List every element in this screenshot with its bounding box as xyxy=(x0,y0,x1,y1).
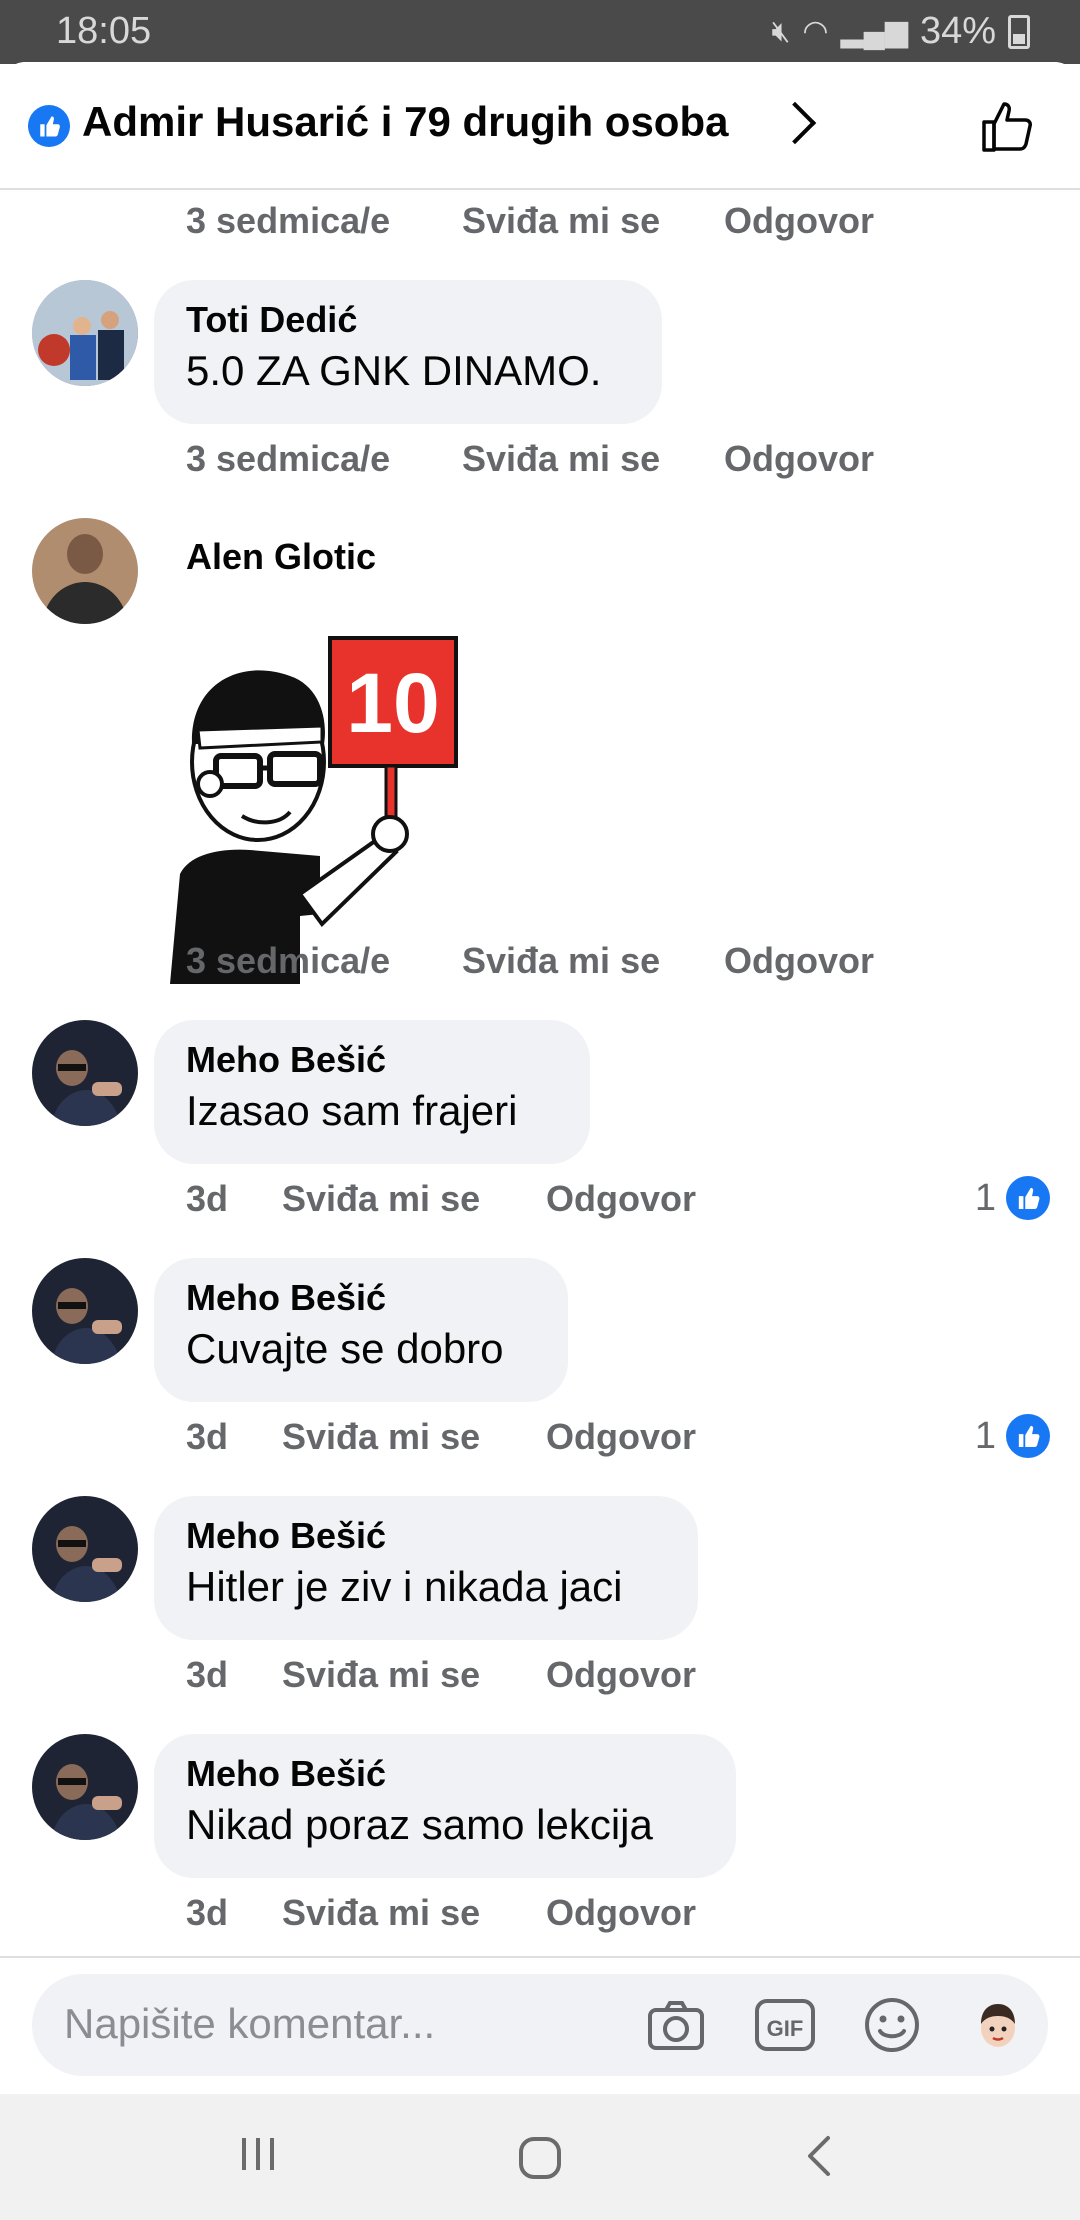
status-time: 18:05 xyxy=(56,10,152,52)
back-icon[interactable] xyxy=(800,2134,840,2178)
like-button[interactable]: Sviđa mi se xyxy=(282,1178,480,1220)
reaction-count[interactable]: 1 xyxy=(975,1176,1050,1220)
avatar[interactable] xyxy=(32,1734,138,1840)
avatar[interactable] xyxy=(32,1258,138,1364)
gif-icon[interactable]: GIF xyxy=(754,1996,816,2054)
like-badge-icon xyxy=(1006,1176,1050,1220)
thumbs-up-icon[interactable] xyxy=(978,96,1038,156)
camera-icon[interactable] xyxy=(646,1996,706,2054)
sticker-image[interactable]: 10 xyxy=(150,624,470,984)
avatar[interactable] xyxy=(32,280,138,386)
avatar-photo xyxy=(32,518,138,624)
reaction-number: 1 xyxy=(974,1414,996,1457)
comment-placeholder: Napišite komentar... xyxy=(64,2000,436,2047)
avatar-photo xyxy=(32,280,138,386)
comment-time: 3d xyxy=(186,1416,229,1457)
reply-button[interactable]: Odgovor xyxy=(546,1178,696,1220)
comment-time: 3 sedmica/e xyxy=(186,940,391,981)
like-button[interactable]: Sviđa mi se xyxy=(282,1654,480,1696)
avatar-photo xyxy=(32,1020,138,1126)
reaction-count[interactable]: 1 xyxy=(975,1414,1050,1458)
reply-button[interactable]: Odgovor xyxy=(546,1416,696,1458)
reply-button[interactable]: Odgovor xyxy=(724,200,874,242)
comment-time: 3 sedmica/e xyxy=(186,438,391,479)
like-button[interactable]: Sviđa mi se xyxy=(282,1416,480,1458)
status-bar: 18:05 🔇︎ ◠ ▂▄▆ 34% xyxy=(0,0,1080,64)
avatar[interactable] xyxy=(32,1020,138,1126)
sticker-sign-text: 10 xyxy=(346,656,439,750)
comment-author[interactable]: Meho Bešić xyxy=(186,1276,536,1320)
comment-input[interactable]: Napišite komentar... GIF xyxy=(32,1974,1048,2076)
reply-button[interactable]: Odgovor xyxy=(724,940,874,982)
comment-author[interactable]: Meho Bešić xyxy=(186,1038,558,1082)
comment-text: Izasao sam frajeri xyxy=(186,1087,518,1134)
reply-button[interactable]: Odgovor xyxy=(546,1892,696,1934)
reactions-header[interactable]: Admir Husarić i 79 drugih osoba xyxy=(0,62,1080,190)
comment-bubble[interactable]: Toti Dedić 5.0 ZA GNK DINAMO. xyxy=(154,280,662,424)
reaction-number: 1 xyxy=(974,1176,996,1219)
comment-bubble[interactable]: Meho Bešić Nikad poraz samo lekcija xyxy=(154,1734,736,1878)
like-button[interactable]: Sviđa mi se xyxy=(462,940,660,982)
avatar-photo xyxy=(32,1258,138,1364)
reactions-title[interactable]: Admir Husarić i 79 drugih osoba xyxy=(82,98,728,146)
comment-author[interactable]: Meho Bešić xyxy=(186,1514,666,1558)
comment-text: Nikad poraz samo lekcija xyxy=(186,1801,653,1848)
like-badge-icon xyxy=(28,105,70,147)
wifi-icon: ◠ xyxy=(802,15,829,48)
like-button[interactable]: Sviđa mi se xyxy=(282,1892,480,1934)
comment-author[interactable]: Meho Bešić xyxy=(186,1752,704,1796)
comment-meta: 3 sedmica/e xyxy=(186,200,390,242)
comment-text: Hitler je ziv i nikada jaci xyxy=(186,1563,623,1610)
comment-author[interactable]: Alen Glotic xyxy=(186,536,376,578)
mute-icon: 🔇︎ xyxy=(771,14,791,48)
comment-time: 3 sedmica/e xyxy=(186,200,391,241)
comments-sheet: Admir Husarić i 79 drugih osoba 3 sedmic… xyxy=(0,62,1080,2092)
emoji-icon[interactable] xyxy=(862,1996,922,2054)
reply-button[interactable]: Odgovor xyxy=(546,1654,696,1696)
comment-time: 3d xyxy=(186,1654,229,1695)
avatar[interactable] xyxy=(32,518,138,624)
like-button[interactable]: Sviđa mi se xyxy=(462,200,660,242)
system-nav-bar xyxy=(0,2094,1080,2220)
avatar[interactable] xyxy=(32,1496,138,1602)
gif-label: GIF xyxy=(767,2016,804,2041)
signal-icon: ▂▄▆ xyxy=(840,15,908,48)
like-button[interactable]: Sviđa mi se xyxy=(462,438,660,480)
chevron-right-icon[interactable] xyxy=(773,101,817,145)
home-icon[interactable] xyxy=(516,2134,564,2182)
avatar-sticker-icon[interactable] xyxy=(968,1996,1028,2054)
comment-bubble[interactable]: Meho Bešić Izasao sam frajeri xyxy=(154,1020,590,1164)
comment-text: Cuvajte se dobro xyxy=(186,1325,504,1372)
comment-bubble[interactable]: Meho Bešić Cuvajte se dobro xyxy=(154,1258,568,1402)
avatar-photo xyxy=(32,1496,138,1602)
recent-apps-icon[interactable] xyxy=(238,2134,278,2174)
battery-icon xyxy=(1008,14,1030,49)
like-badge-icon xyxy=(1006,1414,1050,1458)
comment-text: 5.0 ZA GNK DINAMO. xyxy=(186,347,602,394)
comment-author[interactable]: Toti Dedić xyxy=(186,298,630,342)
avatar-photo xyxy=(32,1734,138,1840)
battery-percent: 34% xyxy=(919,10,996,52)
comment-bubble[interactable]: Meho Bešić Hitler je ziv i nikada jaci xyxy=(154,1496,698,1640)
comment-time: 3d xyxy=(186,1892,229,1933)
reply-button[interactable]: Odgovor xyxy=(724,438,874,480)
comment-time: 3d xyxy=(186,1178,229,1219)
